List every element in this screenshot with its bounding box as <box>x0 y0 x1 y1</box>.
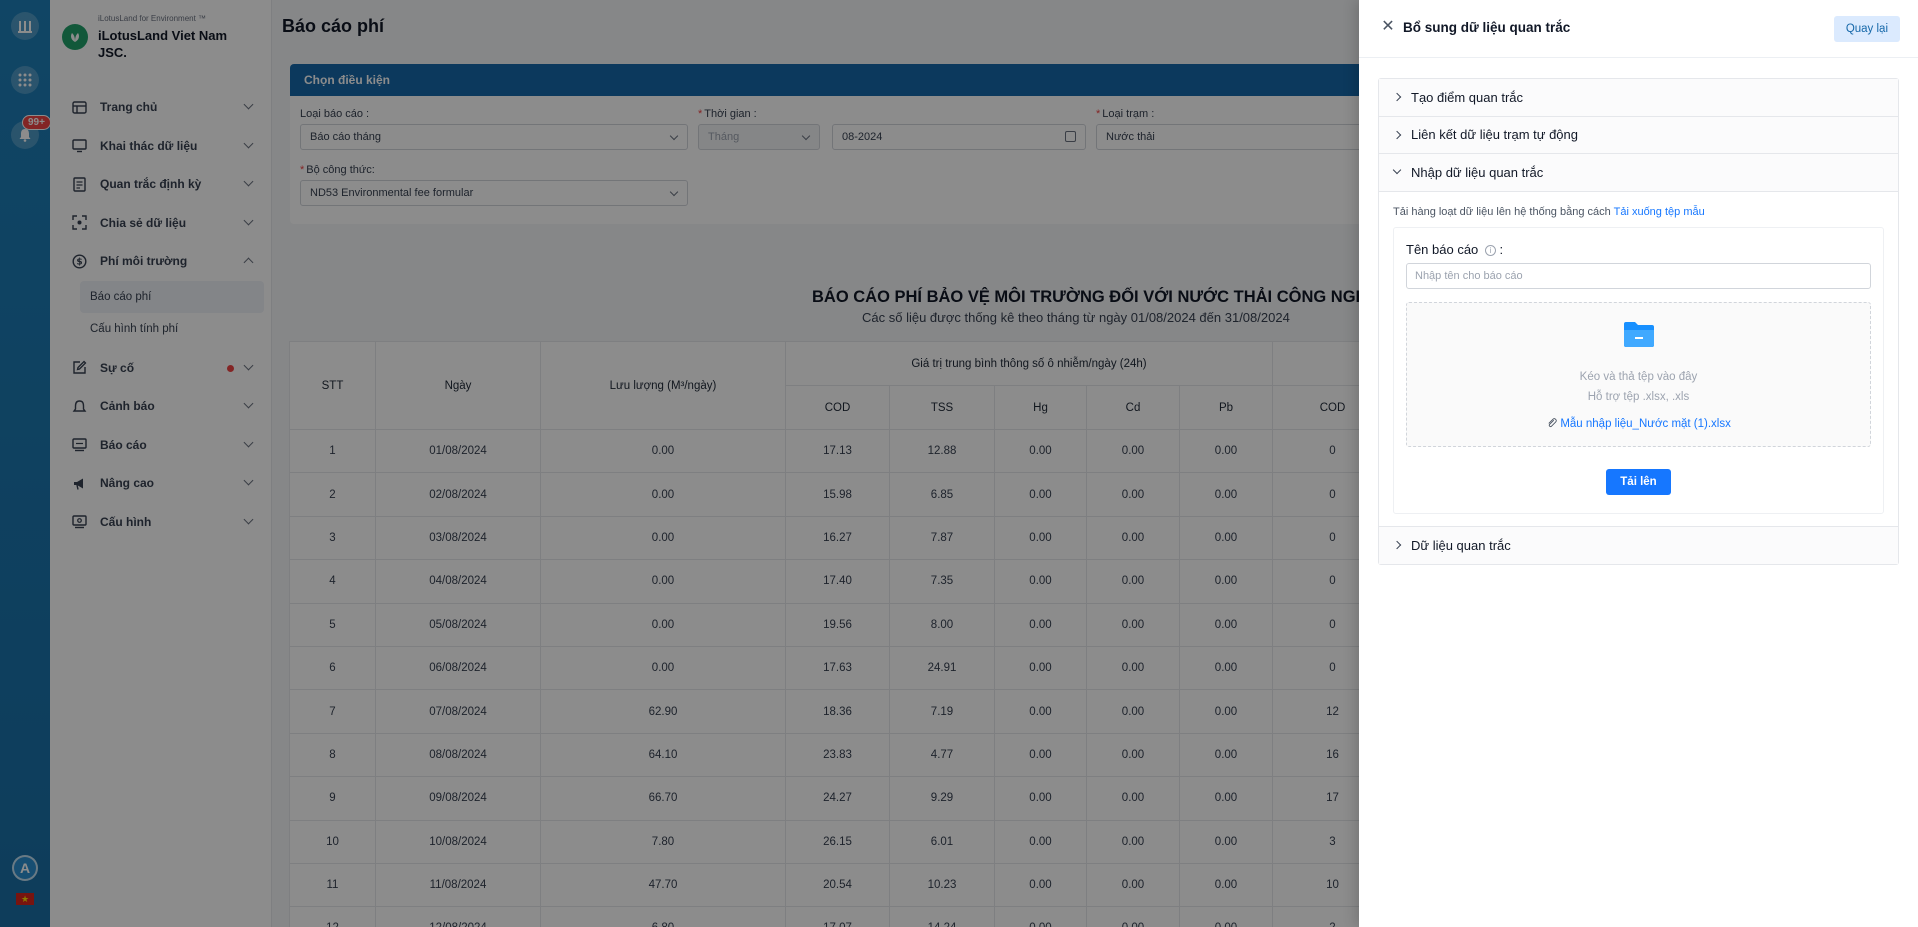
modal-overlay[interactable] <box>0 0 1359 927</box>
chevron-right-icon <box>1392 540 1402 549</box>
info-icon[interactable]: i <box>1484 244 1496 256</box>
import-section-body: Tải hàng loạt dữ liệu lên hệ thống bằng … <box>1379 192 1898 527</box>
app: 99+ A ★ iLotusLand for Environment ™ iLo… <box>0 0 1918 927</box>
drop-support-text: Hỗ trợ tệp .xlsx, .xls <box>1587 390 1690 403</box>
back-button[interactable]: Quay lại <box>1833 16 1900 42</box>
drawer: ✕ Bổ sung dữ liệu quan trắc Quay lại Tạo… <box>1359 0 1918 927</box>
drawer-title: Bổ sung dữ liệu quan trắc <box>1403 20 1571 35</box>
upload-button[interactable]: Tải lên <box>1606 468 1671 495</box>
chevron-down-icon <box>1392 165 1402 175</box>
attached-file[interactable]: Mẫu nhập liệu_Nước mặt (1).xlsx <box>1407 417 1870 430</box>
drop-text: Kéo và thả tệp vào đây <box>1579 370 1698 383</box>
section-link-auto-station[interactable]: Liên kết dữ liệu trạm tự động <box>1379 116 1898 154</box>
report-name-input[interactable] <box>1406 262 1871 289</box>
section-label: Dữ liệu quan trắc <box>1411 537 1511 553</box>
section-label: Liên kết dữ liệu trạm tự động <box>1411 127 1578 143</box>
chevron-right-icon <box>1392 92 1402 102</box>
import-hint-text: Tải hàng loạt dữ liệu lên hệ thống bằng … <box>1393 205 1614 218</box>
section-monitoring-data[interactable]: Dữ liệu quan trắc <box>1379 526 1898 564</box>
file-dropzone[interactable]: Kéo và thả tệp vào đây Hỗ trợ tệp .xlsx,… <box>1406 301 1871 447</box>
import-card: Tên báo cáo i : Kéo và thả tệp vào đây H… <box>1393 226 1884 514</box>
section-label: Nhập dữ liệu quan trắc <box>1411 164 1544 180</box>
paperclip-icon <box>1546 417 1560 430</box>
folder-icon <box>1623 321 1654 347</box>
close-icon[interactable]: ✕ <box>1381 19 1395 35</box>
import-hint: Tải hàng loạt dữ liệu lên hệ thống bằng … <box>1393 206 1884 218</box>
section-create-point[interactable]: Tạo điểm quan trắc <box>1379 79 1898 117</box>
section-label: Tạo điểm quan trắc <box>1411 89 1524 105</box>
chevron-right-icon <box>1392 130 1402 139</box>
report-name-label-text: Tên báo cáo <box>1406 241 1479 257</box>
section-import-data[interactable]: Nhập dữ liệu quan trắc <box>1379 154 1898 192</box>
report-name-label: Tên báo cáo i : <box>1406 242 1871 257</box>
download-template-link[interactable]: Tải xuống tệp mẫu <box>1614 206 1705 218</box>
collapse-panel: Tạo điểm quan trắc Liên kết dữ liệu trạm… <box>1378 78 1899 565</box>
drawer-header: ✕ Bổ sung dữ liệu quan trắc Quay lại <box>1359 0 1918 58</box>
attached-file-name: Mẫu nhập liệu_Nước mặt (1).xlsx <box>1560 417 1731 430</box>
report-name-colon: : <box>1499 241 1504 257</box>
